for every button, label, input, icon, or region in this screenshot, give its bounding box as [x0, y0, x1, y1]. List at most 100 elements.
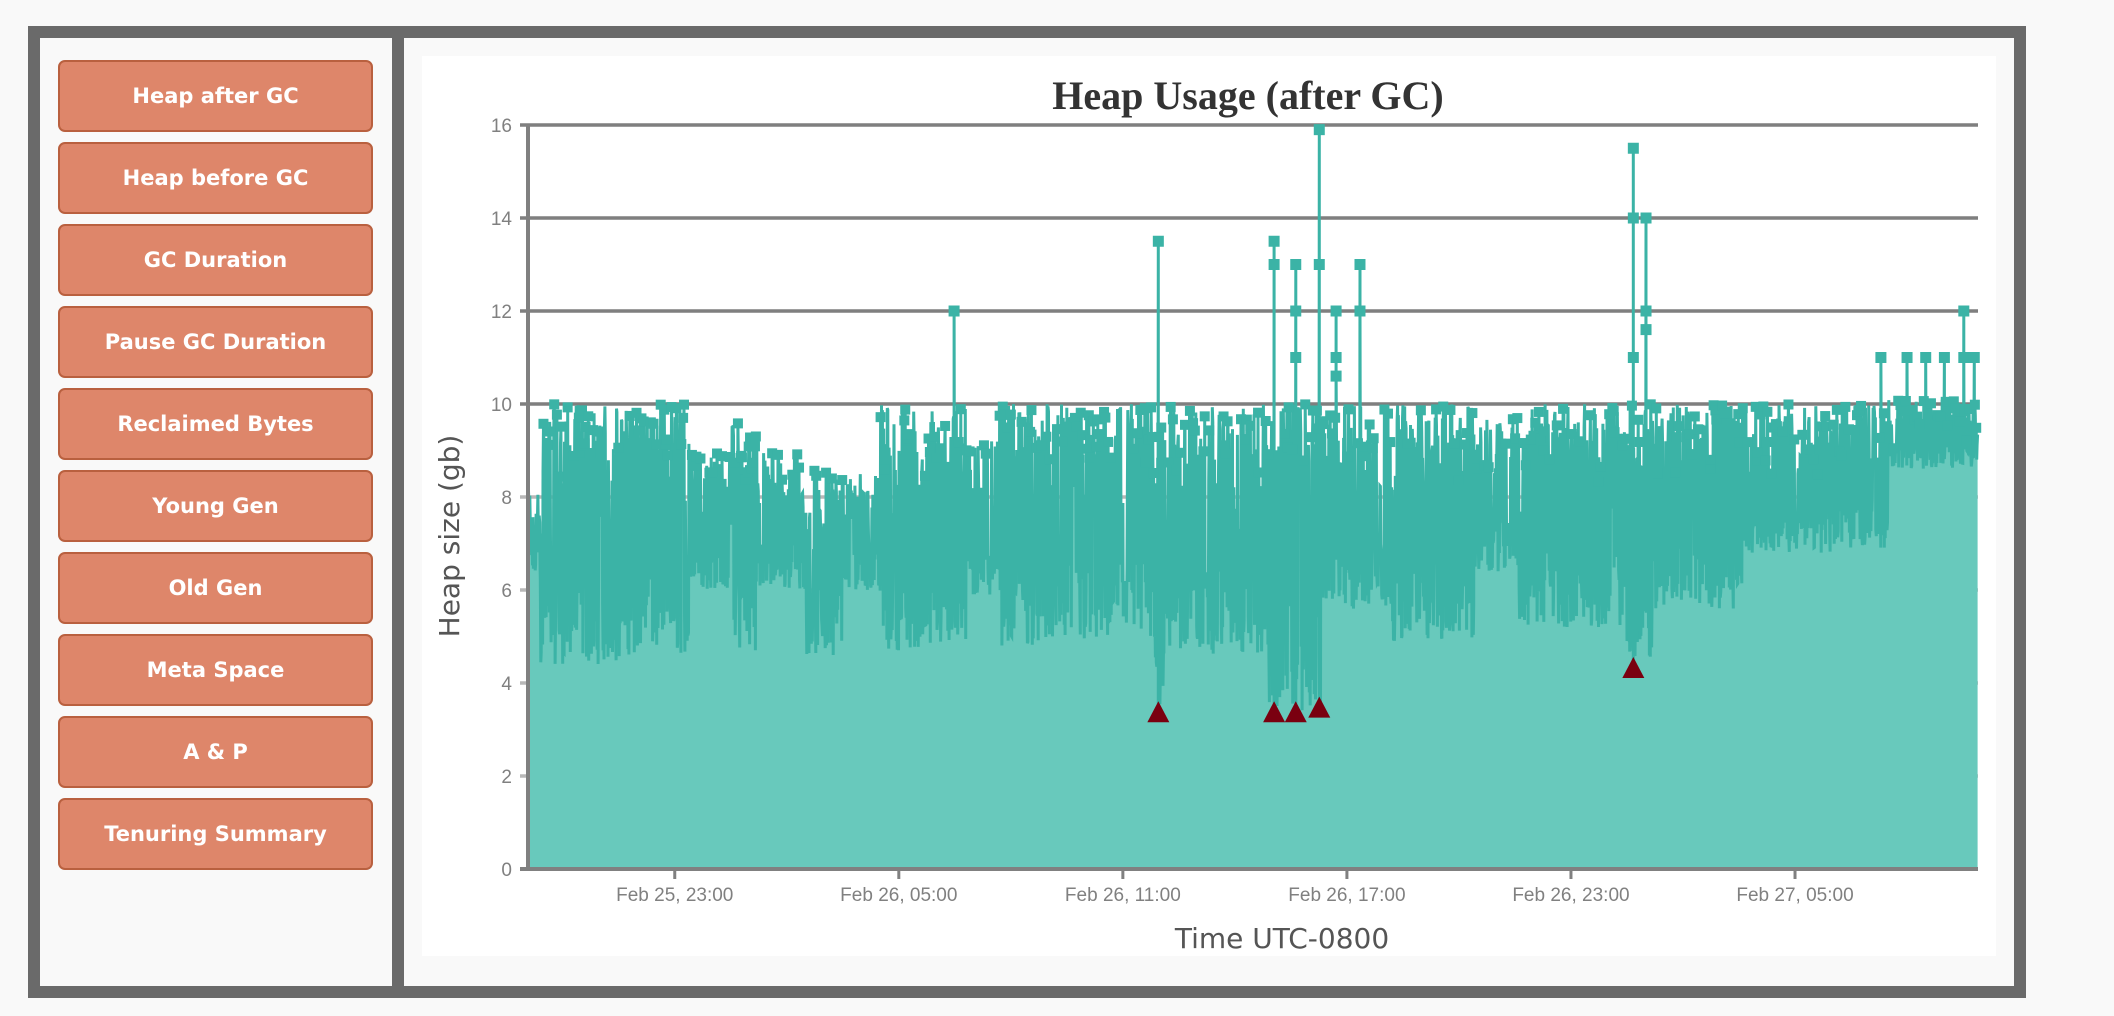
- data-point-marker: [1593, 476, 1604, 487]
- data-point-marker: [1342, 451, 1353, 462]
- tenuring-summary-button[interactable]: Tenuring Summary: [58, 798, 373, 870]
- data-point-marker: [1283, 402, 1294, 413]
- chart-title: Heap Usage (after GC): [1052, 73, 1443, 118]
- data-point-marker: [749, 441, 760, 452]
- data-point-marker: [1634, 436, 1645, 447]
- data-point-marker: [1198, 446, 1209, 457]
- data-point-marker: [583, 411, 594, 422]
- data-point-marker: [1222, 416, 1233, 427]
- data-point-marker: [1364, 419, 1375, 430]
- spike-marker: [948, 305, 960, 317]
- data-point-marker: [1558, 403, 1569, 414]
- data-point-marker: [1828, 419, 1839, 430]
- data-point-marker: [1140, 457, 1151, 468]
- spike-marker: [1958, 305, 1970, 317]
- data-point-marker: [1084, 452, 1095, 463]
- data-point-marker: [1467, 408, 1478, 419]
- data-point-marker: [1483, 462, 1494, 473]
- data-point-marker: [1165, 401, 1176, 412]
- data-point-marker: [1453, 475, 1464, 486]
- data-point-marker: [1888, 443, 1899, 454]
- data-point-marker: [695, 453, 706, 464]
- data-point-marker: [1840, 401, 1851, 412]
- spike-marker: [1313, 124, 1325, 136]
- reclaimed-bytes-button[interactable]: Reclaimed Bytes: [58, 388, 373, 460]
- data-point-marker: [1082, 443, 1093, 454]
- spike-marker: [1901, 352, 1913, 363]
- data-point-marker: [1016, 416, 1027, 427]
- data-point-marker: [1742, 437, 1753, 448]
- data-point-marker: [1914, 418, 1925, 429]
- spike-marker: [1290, 305, 1302, 317]
- spike-marker: [1640, 305, 1652, 317]
- data-point-marker: [1449, 438, 1460, 449]
- data-point-marker: [1585, 410, 1596, 421]
- y-tick-label: 16: [491, 116, 512, 137]
- pause-gc-duration-button[interactable]: Pause GC Duration: [58, 306, 373, 378]
- data-point-marker: [772, 449, 783, 460]
- data-point-marker: [935, 443, 946, 454]
- data-point-marker: [592, 426, 603, 437]
- data-point-marker: [679, 399, 690, 410]
- spike-marker: [1354, 259, 1366, 270]
- gc-duration-button[interactable]: GC Duration: [58, 224, 373, 296]
- data-point-marker: [651, 439, 662, 450]
- data-point-marker: [1621, 433, 1632, 444]
- data-point-marker: [1128, 443, 1139, 454]
- data-point-marker: [1900, 395, 1911, 406]
- data-point-marker: [1220, 448, 1231, 459]
- data-point-marker: [1820, 411, 1831, 422]
- plot-area: [526, 124, 1982, 870]
- data-point-marker: [1298, 455, 1309, 466]
- data-point-marker: [1760, 455, 1771, 466]
- data-point-marker: [543, 426, 554, 437]
- data-point-marker: [1051, 424, 1062, 435]
- y-tick-label: 2: [501, 767, 512, 788]
- data-point-marker: [811, 470, 822, 481]
- data-point-marker: [1044, 454, 1055, 465]
- data-point-marker: [553, 471, 564, 482]
- data-point-marker: [1777, 426, 1788, 437]
- data-point-marker: [1154, 431, 1165, 442]
- data-point-marker: [929, 431, 940, 442]
- data-point-marker: [678, 412, 689, 423]
- spike-marker: [1330, 370, 1342, 382]
- spike-marker: [1640, 324, 1652, 336]
- data-point-marker: [1357, 441, 1368, 452]
- a-and-p-button[interactable]: A & P: [58, 716, 373, 788]
- chart-panel: Heap Usage (after GC) 0 2 4 6 8 10 12 14 16 Feb 2…: [422, 56, 1996, 956]
- data-point-marker: [1093, 429, 1104, 440]
- data-point-marker: [579, 438, 590, 449]
- data-point-marker: [1942, 420, 1953, 431]
- data-point-marker: [633, 425, 644, 436]
- data-point-marker: [1156, 422, 1167, 433]
- heap-before-gc-button[interactable]: Heap before GC: [58, 142, 373, 214]
- old-gen-button[interactable]: Old Gen: [58, 552, 373, 624]
- sidebar-divider: [392, 38, 404, 986]
- data-point-marker: [1415, 405, 1426, 416]
- data-point-marker: [1146, 402, 1157, 413]
- data-point-marker: [1530, 417, 1541, 428]
- data-point-marker: [562, 402, 573, 413]
- heap-after-gc-button[interactable]: Heap after GC: [58, 60, 373, 132]
- data-point-marker: [542, 439, 553, 450]
- data-point-marker: [1705, 463, 1716, 474]
- data-point-marker: [549, 399, 560, 410]
- data-point-marker: [919, 470, 930, 481]
- data-point-marker: [1382, 408, 1393, 419]
- y-tick-label: 14: [491, 209, 513, 230]
- data-point-marker: [551, 409, 562, 420]
- data-point-marker: [879, 464, 890, 475]
- data-point-marker: [1761, 437, 1772, 448]
- data-point-marker: [661, 434, 672, 445]
- young-gen-button[interactable]: Young Gen: [58, 470, 373, 542]
- spike-marker: [1354, 305, 1366, 317]
- data-point-marker: [1804, 444, 1815, 455]
- data-point-marker: [1766, 468, 1777, 479]
- y-tick-label: 10: [491, 395, 512, 416]
- data-point-marker: [1318, 419, 1329, 430]
- data-point-marker: [1633, 414, 1644, 425]
- meta-space-button[interactable]: Meta Space: [58, 634, 373, 706]
- data-point-marker: [931, 452, 942, 463]
- x-tick-label: Feb 26, 17:00: [1288, 885, 1405, 906]
